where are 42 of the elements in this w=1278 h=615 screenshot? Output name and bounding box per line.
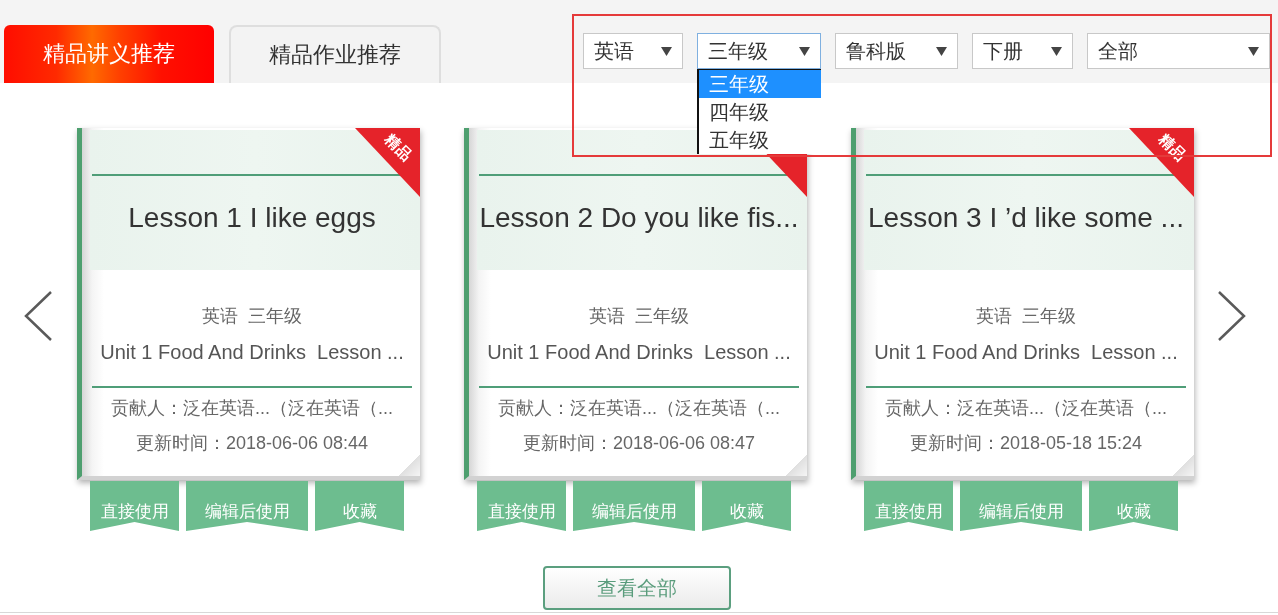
action-button[interactable]: 编辑后使用 <box>573 481 695 531</box>
action-button[interactable]: 编辑后使用 <box>186 481 308 531</box>
subject-grade: 英语 三年级 <box>202 305 302 328</box>
select-field[interactable]: 全部 <box>1087 33 1270 69</box>
caret-icon <box>936 46 947 56</box>
chevron-right-icon[interactable] <box>1216 290 1248 342</box>
caret-icon <box>799 46 810 56</box>
subject-grade: 英语 三年级 <box>976 305 1076 328</box>
action-button[interactable]: 直接使用 <box>864 481 953 531</box>
action-button[interactable]: 收藏 <box>702 481 791 531</box>
contributor-text: 贡献人：泛在英语...（泛在英语（... <box>885 397 1167 420</box>
action-button[interactable]: 直接使用 <box>90 481 179 531</box>
tab[interactable]: 精品作业推荐 <box>229 25 441 83</box>
lesson-title: Lesson 2 Do you like fis... <box>479 201 799 235</box>
unit-name: Unit 1 Food And Drinks Lesson ... <box>487 340 791 365</box>
view-all-button[interactable]: 查看全部 <box>543 566 731 610</box>
action-button[interactable]: 收藏 <box>1089 481 1178 531</box>
update-time: 更新时间：2018-06-06 08:47 <box>522 432 756 455</box>
unit-name: Unit 1 Food And Drinks Lesson ... <box>100 340 404 365</box>
contributor-text: 贡献人：泛在英语...（泛在英语（... <box>498 397 780 420</box>
caret-icon <box>661 46 672 56</box>
contributor-text: 贡献人：泛在英语...（泛在英语（... <box>111 397 393 420</box>
select-field[interactable]: 下册 <box>972 33 1073 69</box>
caret-icon <box>1248 46 1259 56</box>
action-button[interactable]: 编辑后使用 <box>960 481 1082 531</box>
select-field[interactable]: 鲁科版 <box>835 33 958 69</box>
update-time: 更新时间：2018-05-18 15:24 <box>909 432 1143 455</box>
caret-icon <box>1051 46 1062 56</box>
tab[interactable]: 精品讲义推荐 <box>4 25 214 83</box>
action-button[interactable]: 直接使用 <box>477 481 566 531</box>
chevron-left-icon[interactable] <box>22 290 54 342</box>
dropdown-option[interactable]: 三年级 <box>699 70 821 98</box>
update-time: 更新时间：2018-06-06 08:44 <box>135 432 369 455</box>
select-field[interactable]: 三年级 <box>697 33 821 69</box>
dropdown-option[interactable]: 四年级 <box>699 98 821 126</box>
lesson-title: Lesson 1 I like eggs <box>128 201 376 235</box>
lesson-title: Lesson 3 I ’d like some ... <box>868 201 1184 235</box>
subject-grade: 英语 三年级 <box>589 305 689 328</box>
select-field[interactable]: 英语 <box>583 33 683 69</box>
dropdown-option[interactable]: 五年级 <box>699 126 821 154</box>
unit-name: Unit 1 Food And Drinks Lesson ... <box>874 340 1178 365</box>
action-button[interactable]: 收藏 <box>315 481 404 531</box>
